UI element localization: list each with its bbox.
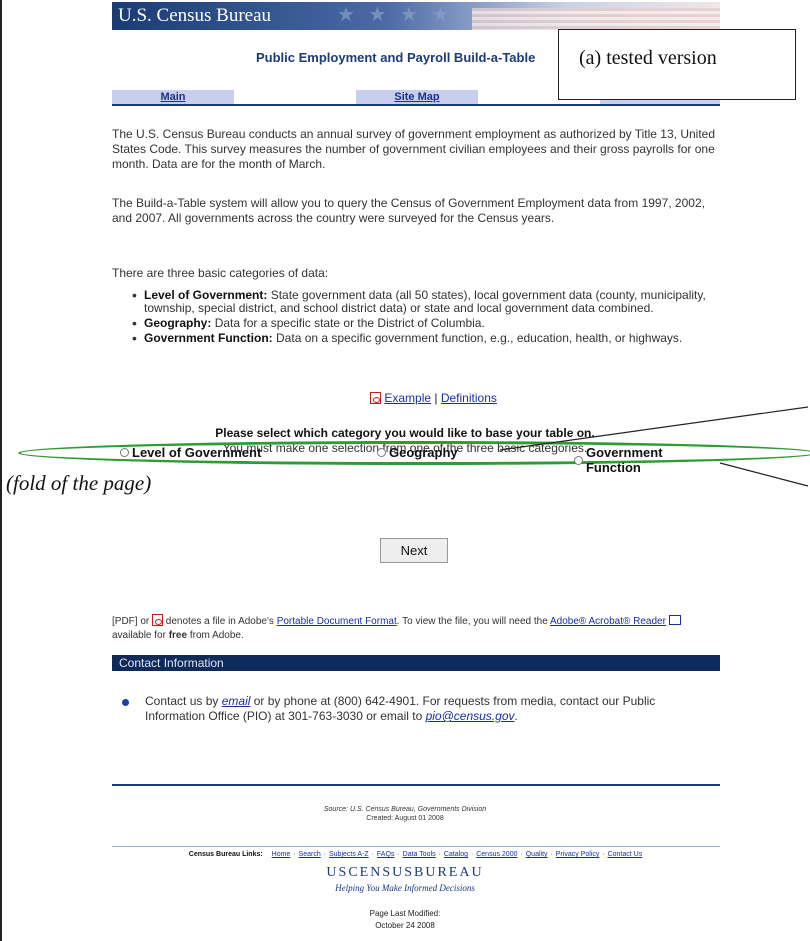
contact-text-part: Contact us by [145, 694, 219, 708]
bullet-icon [122, 699, 129, 706]
census-logo[interactable]: USCENSUSBUREAU [0, 865, 810, 881]
footer-links: Census Bureau Links: Home · Search · Sub… [188, 851, 643, 858]
footer-rule-thin [112, 846, 720, 847]
footer-rule [112, 784, 720, 786]
pdf-note-text: denotes a file in Adobe's [165, 616, 274, 627]
contact-information-bar: Contact Information [112, 655, 720, 671]
footer-link-faqs[interactable]: FAQs [377, 851, 395, 858]
portable-document-format-link[interactable]: Portable Document Format [277, 616, 397, 627]
footer-link-quality[interactable]: Quality [526, 851, 548, 858]
footer-link-search[interactable]: Search [299, 851, 321, 858]
acrobat-reader-link[interactable]: Adobe® Acrobat® Reader [550, 616, 666, 627]
footer-links-label: Census Bureau Links: [188, 851, 263, 858]
source-line: Source: U.S. Census Bureau, Governments … [323, 806, 487, 813]
external-link-icon [668, 615, 681, 625]
footer-link-subjects[interactable]: Subjects A-Z [329, 851, 369, 858]
next-button[interactable]: Next [380, 538, 448, 563]
pdf-icon [152, 614, 164, 626]
source-note: Source: U.S. Census Bureau, Governments … [0, 805, 810, 823]
footer-link-contact[interactable]: Contact Us [608, 851, 643, 858]
fold-label: (fold of the page) [6, 471, 152, 495]
pdf-note-text: from Adobe. [189, 630, 244, 641]
pdf-note-free: free [168, 630, 188, 641]
footer-link-census-2000[interactable]: Census 2000 [476, 851, 517, 858]
footer-link-home[interactable]: Home [272, 851, 291, 858]
tagline: Helping You Make Informed Decisions [335, 883, 475, 893]
modified-label: Page Last Modified: [369, 909, 441, 918]
contact-text-part: . [514, 709, 518, 723]
last-modified: Page Last Modified: October 24 2008 [0, 908, 810, 932]
pdf-note-prefix: [PDF] or [112, 616, 150, 627]
pdf-note: [PDF] or denotes a file in Adobe's Porta… [112, 614, 724, 643]
footer-link-catalog[interactable]: Catalog [444, 851, 468, 858]
created-date: Created: August 01 2008 [366, 815, 444, 822]
pdf-note-text: available for [112, 630, 166, 641]
callout-line-lower [719, 462, 809, 487]
footer-link-data-tools[interactable]: Data Tools [403, 851, 436, 858]
modified-date: October 24 2008 [375, 921, 435, 930]
pdf-note-text: . To view the file, you will need the [396, 616, 548, 627]
email-link[interactable]: email [222, 694, 251, 708]
footer-link-privacy[interactable]: Privacy Policy [556, 851, 600, 858]
callout-line-upper [499, 406, 809, 451]
pio-email-link[interactable]: pio@census.gov [426, 709, 515, 723]
contact-text: Contact us by email or by phone at (800)… [145, 694, 705, 724]
